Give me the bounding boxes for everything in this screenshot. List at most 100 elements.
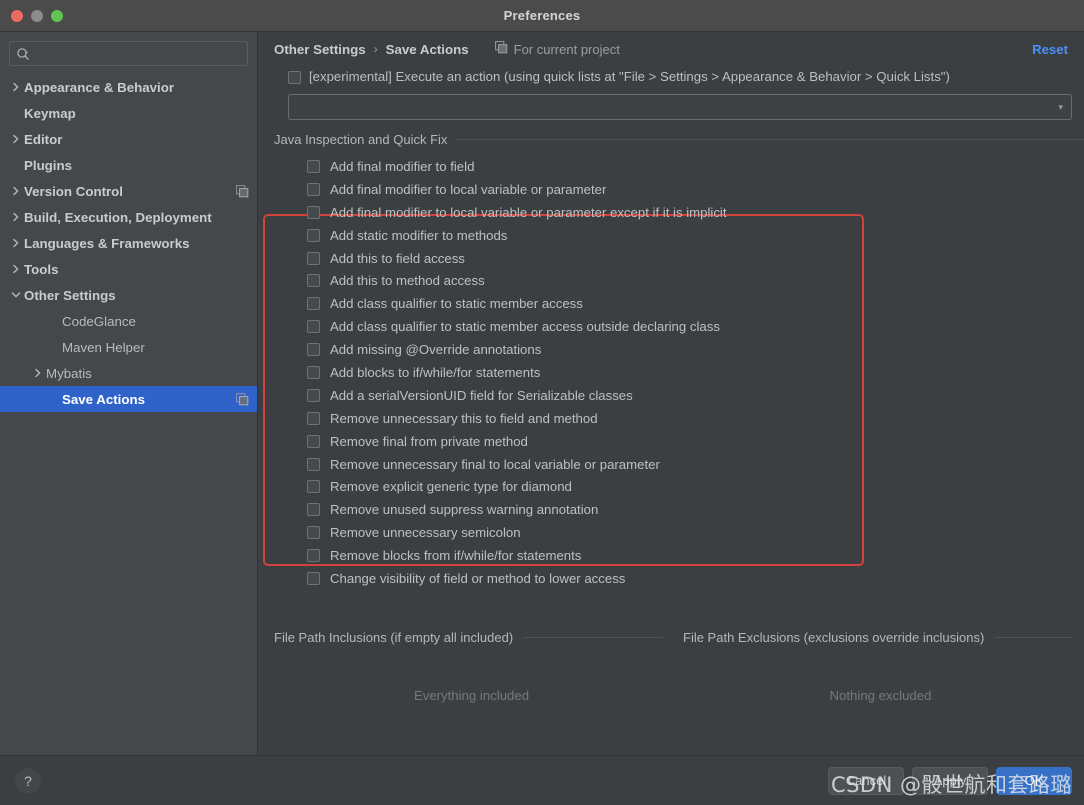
- ok-button[interactable]: OK: [996, 766, 1072, 795]
- checkbox-row[interactable]: Change visibility of field or method to …: [307, 567, 1084, 590]
- sidebar-item-label: Build, Execution, Deployment: [24, 209, 212, 225]
- checkbox[interactable]: [307, 274, 320, 288]
- minimize-window-button[interactable]: [31, 9, 43, 22]
- sidebar-item-save-actions[interactable]: Save Actions: [0, 386, 257, 412]
- sidebar-item-label: Keymap: [24, 105, 76, 121]
- checkbox-label: Add final modifier to local variable or …: [330, 204, 727, 220]
- checkbox[interactable]: [307, 205, 320, 219]
- breadcrumb-root[interactable]: Other Settings: [274, 42, 366, 57]
- checkbox[interactable]: [307, 388, 320, 402]
- checkbox[interactable]: [307, 571, 320, 585]
- checkbox[interactable]: [307, 457, 320, 471]
- checkbox-label: Add this to method access: [330, 273, 485, 289]
- checkbox-row[interactable]: Remove final from private method: [307, 430, 1084, 453]
- checkbox[interactable]: [307, 251, 320, 265]
- chevron-right-icon[interactable]: [8, 264, 24, 274]
- checkbox-row[interactable]: Remove unnecessary final to local variab…: [307, 453, 1084, 476]
- file-path-exclusions-list[interactable]: Nothing excluded: [683, 645, 1078, 745]
- apply-button[interactable]: Apply: [912, 766, 988, 795]
- quick-list-combobox[interactable]: ▾: [288, 94, 1072, 120]
- sidebar-item-codeglance[interactable]: CodeGlance: [0, 308, 257, 334]
- checkbox[interactable]: [307, 503, 320, 517]
- sidebar-item-other-settings[interactable]: Other Settings: [0, 282, 257, 308]
- checkbox-row[interactable]: Add class qualifier to static member acc…: [307, 292, 1084, 315]
- sidebar-item-label: Languages & Frameworks: [24, 235, 190, 251]
- checkbox-row[interactable]: Add final modifier to local variable or …: [307, 201, 1084, 224]
- checkbox-row[interactable]: Add final modifier to field: [307, 155, 1084, 178]
- sidebar-item-build-execution-deployment[interactable]: Build, Execution, Deployment: [0, 204, 257, 230]
- chevron-down-icon[interactable]: [8, 291, 24, 299]
- file-path-inclusions-list[interactable]: Everything included: [274, 645, 669, 745]
- checkbox-label: Remove final from private method: [330, 433, 528, 449]
- sidebar-item-tools[interactable]: Tools: [0, 256, 257, 282]
- checkbox-row[interactable]: Remove blocks from if/while/for statemen…: [307, 544, 1084, 567]
- copy-settings-icon: [494, 41, 508, 57]
- checkbox[interactable]: [307, 320, 320, 334]
- chevron-right-icon[interactable]: [8, 82, 24, 92]
- checkbox-row[interactable]: Remove unused suppress warning annotatio…: [307, 498, 1084, 521]
- checkbox-label: Add blocks to if/while/for statements: [330, 364, 541, 380]
- pane-divider: [523, 637, 663, 638]
- checkbox-label: Add a serialVersionUID field for Seriali…: [330, 387, 633, 403]
- sidebar-item-keymap[interactable]: Keymap: [0, 100, 257, 126]
- chevron-right-icon[interactable]: [8, 212, 24, 222]
- checkbox[interactable]: [307, 411, 320, 425]
- file-path-inclusions-header: File Path Inclusions (if empty all inclu…: [274, 630, 669, 645]
- settings-content: Other Settings › Save Actions For curren…: [258, 32, 1084, 755]
- sidebar-item-label: Other Settings: [24, 287, 116, 303]
- maximize-window-button[interactable]: [51, 9, 63, 22]
- checkbox-label: Change visibility of field or method to …: [330, 570, 626, 586]
- checkbox-row[interactable]: Add a serialVersionUID field for Seriali…: [307, 384, 1084, 407]
- sidebar-item-label: CodeGlance: [62, 313, 136, 329]
- close-window-button[interactable]: [11, 9, 23, 22]
- checkbox[interactable]: [307, 480, 320, 494]
- checkbox[interactable]: [307, 526, 320, 540]
- checkbox-row[interactable]: Remove explicit generic type for diamond: [307, 475, 1084, 498]
- for-current-project[interactable]: For current project: [494, 41, 620, 57]
- sidebar-item-editor[interactable]: Editor: [0, 126, 257, 152]
- sidebar-item-version-control[interactable]: Version Control: [0, 178, 257, 204]
- sidebar-item-plugins[interactable]: Plugins: [0, 152, 257, 178]
- sidebar-item-mybatis[interactable]: Mybatis: [0, 360, 257, 386]
- for-current-project-label: For current project: [513, 41, 620, 57]
- inclusions-empty-text: Everything included: [413, 687, 530, 703]
- pane-divider: [994, 637, 1072, 638]
- checkbox[interactable]: [307, 343, 320, 357]
- cancel-button[interactable]: Cancel: [828, 766, 904, 795]
- checkbox-row[interactable]: Remove unnecessary this to field and met…: [307, 407, 1084, 430]
- checkbox-row[interactable]: Add static modifier to methods: [307, 224, 1084, 247]
- checkbox[interactable]: [307, 434, 320, 448]
- checkbox-row[interactable]: Remove unnecessary semicolon: [307, 521, 1084, 544]
- help-button[interactable]: ?: [15, 767, 41, 794]
- checkbox[interactable]: [307, 549, 320, 563]
- checkbox[interactable]: [307, 228, 320, 242]
- sidebar-item-label: Appearance & Behavior: [24, 79, 175, 95]
- checkbox-row[interactable]: Add missing @Override annotations: [307, 338, 1084, 361]
- checkbox-row[interactable]: Add this to field access: [307, 247, 1084, 270]
- preferences-window: Preferences Appearance & Behavior Keymap: [0, 0, 1084, 805]
- checkbox[interactable]: [307, 297, 320, 311]
- search-box[interactable]: [9, 41, 248, 66]
- checkbox-label: Add final modifier to field: [330, 158, 475, 174]
- chevron-right-icon[interactable]: [30, 368, 46, 378]
- checkbox-row[interactable]: Add this to method access: [307, 269, 1084, 292]
- chevron-right-icon[interactable]: [8, 238, 24, 248]
- checkbox-row[interactable]: Add blocks to if/while/for statements: [307, 361, 1084, 384]
- checkbox[interactable]: [307, 182, 320, 196]
- checkbox[interactable]: [307, 365, 320, 379]
- checkbox-row[interactable]: Add final modifier to local variable or …: [307, 178, 1084, 201]
- chevron-right-icon[interactable]: [8, 134, 24, 144]
- reset-link[interactable]: Reset: [1032, 42, 1068, 57]
- checkbox-row[interactable]: Add class qualifier to static member acc…: [307, 315, 1084, 338]
- file-path-exclusions-title: File Path Exclusions (exclusions overrid…: [683, 630, 985, 645]
- chevron-right-icon[interactable]: [8, 186, 24, 196]
- sidebar-search-wrap: [0, 32, 257, 72]
- file-path-inclusions-pane: File Path Inclusions (if empty all inclu…: [274, 630, 669, 745]
- search-input[interactable]: [31, 46, 241, 61]
- sidebar-item-maven-helper[interactable]: Maven Helper: [0, 334, 257, 360]
- sidebar-item-appearance-behavior[interactable]: Appearance & Behavior: [0, 74, 257, 100]
- sidebar-item-languages-frameworks[interactable]: Languages & Frameworks: [0, 230, 257, 256]
- file-path-exclusions-header: File Path Exclusions (exclusions overrid…: [683, 630, 1078, 645]
- checkbox[interactable]: [307, 159, 320, 173]
- experimental-checkbox[interactable]: [288, 71, 301, 84]
